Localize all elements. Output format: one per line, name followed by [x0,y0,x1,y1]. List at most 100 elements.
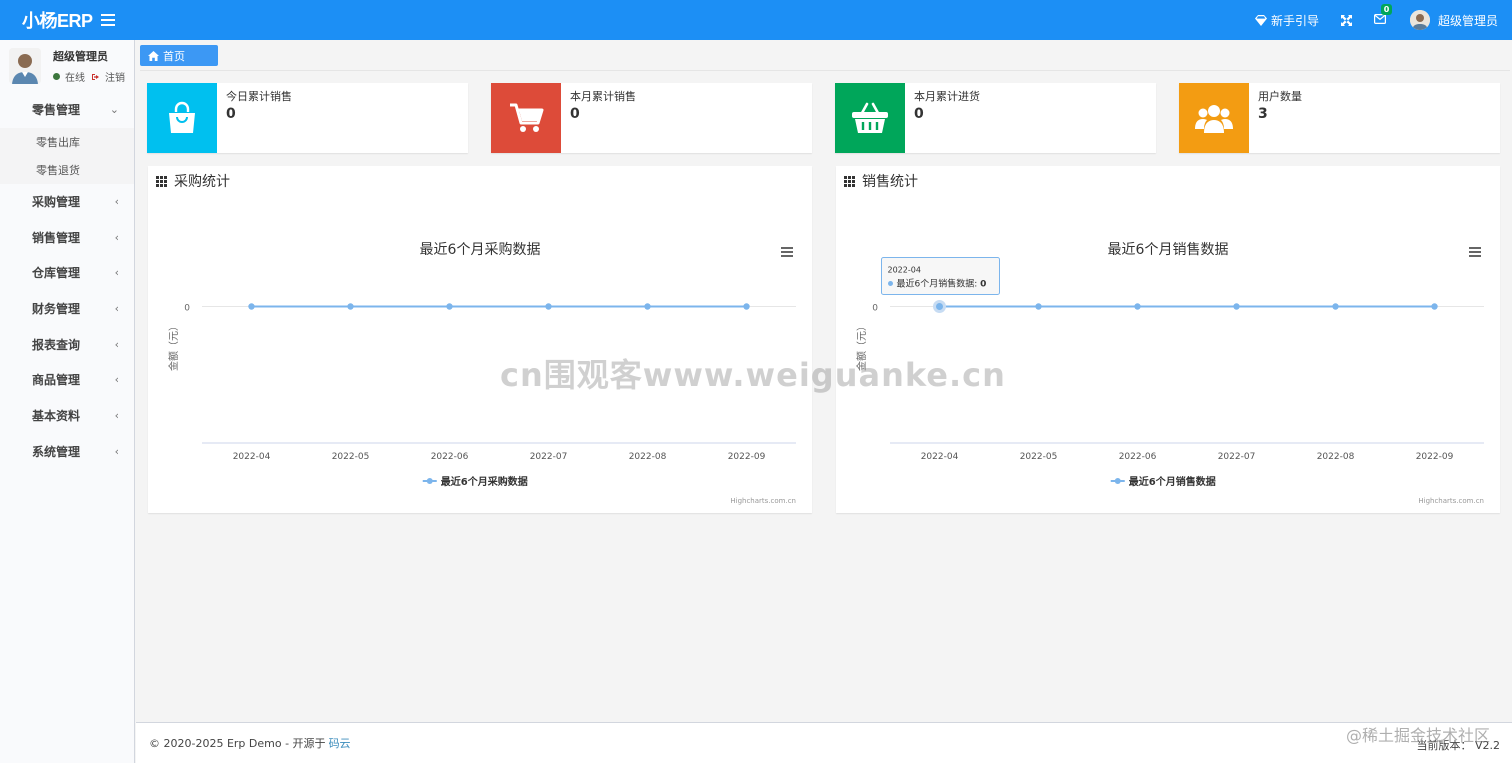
sidebar-item-label: 采购管理 [32,195,81,210]
messages-button[interactable]: 0 [1364,0,1396,40]
menu-bar [1469,255,1481,257]
sidebar-item-finance[interactable]: 财务管理 ‹ [0,291,134,327]
x-tick-label: 2022-09 [1416,452,1454,462]
x-tick-label: 2022-06 [431,452,469,462]
menu-bar [781,251,793,253]
chart-menu-icon[interactable] [781,247,793,257]
data-point [446,303,453,310]
data-point [1134,303,1141,310]
sidebar-avatar [9,48,41,84]
chevron-left-icon: ‹ [114,444,119,458]
x-tick-label: 2022-08 [629,452,667,462]
tab-label: 首页 [163,49,185,63]
gitee-link[interactable]: 码云 [329,735,351,751]
shopping-cart-icon [491,83,561,153]
stat-label: 今日累计销售 [226,90,292,103]
sidebar-item-basic-data[interactable]: 基本资料 ‹ [0,398,134,434]
user-panel: 超级管理员 在线 注销 [0,40,134,92]
legend-marker [1114,478,1121,484]
sidebar-item-label: 报表查询 [32,337,81,352]
copyright-text: © 2020-2025 Erp Demo - 开源于 [149,737,326,750]
sales-stats-panel: 销售统计 最近6个月销售数据 金额（元） 0 2022-04 2022-05 2022-0… [836,166,1500,513]
legend-marker [426,478,433,484]
x-tick-label: 2022-04 [233,452,271,462]
online-status-icon [53,73,60,80]
home-icon [148,50,159,61]
sidebar-item-reports[interactable]: 报表查询 ‹ [0,326,134,362]
chart-title: 最近6个月销售数据 [1108,242,1229,258]
chevron-left-icon: ‹ [114,302,119,316]
menu-bar [1469,247,1481,249]
chart-credits: Highcharts.com.cn [1418,497,1484,505]
sidebar-subitem-retail-out[interactable]: 零售出库 [0,127,134,156]
shopping-bag-icon [147,83,217,153]
legend-label: 最近6个月销售数据 [1129,475,1216,488]
sidebar-item-retail[interactable]: 零售管理 ⌄ [0,92,134,128]
stat-value: 0 [570,106,580,122]
legend-label: 最近6个月采购数据 [441,475,528,488]
data-point [248,303,255,310]
stat-value: 0 [226,106,236,122]
sidebar-item-label: 财务管理 [32,302,81,317]
stat-today-sales: 今日累计销售 0 [147,83,468,153]
stat-label: 本月累计进货 [914,90,980,103]
tab-home[interactable]: 首页 [140,45,218,66]
data-point [644,303,651,310]
th-grid-icon [156,175,167,187]
x-tick-label: 2022-07 [1218,452,1256,462]
main-content: 首页 今日累计销售 0 本月累计销售 0 本月累计进货 0 用户数量 3 采购统… [136,40,1512,722]
guide-label: 新手引导 [1270,13,1319,28]
y-tick-label: 0 [184,304,190,314]
sidebar-item-products[interactable]: 商品管理 ‹ [0,362,134,398]
chevron-left-icon: ‹ [114,230,119,244]
user-name: 超级管理员 [1437,13,1498,28]
guide-button[interactable]: 新手引导 [1245,0,1329,40]
sidebar-item-label: 零售管理 [32,103,81,118]
tooltip-series: 最近6个月销售数据: 0 [897,278,987,290]
sidebar-item-warehouse[interactable]: 仓库管理 ‹ [0,255,134,291]
chart-menu-icon[interactable] [1469,247,1481,257]
stat-label: 本月累计销售 [570,90,636,103]
app-logo[interactable]: 小杨ERP [0,7,93,33]
panel-title: 采购统计 [174,174,230,190]
navbar-right: 新手引导 0 超级管理员 [1245,0,1512,40]
purchase-chart: 最近6个月采购数据 金额（元） 0 2022-04 2022-05 2022-06 2022… [167,242,796,505]
sidebar-item-label: 仓库管理 [32,266,81,281]
x-tick-label: 2022-05 [332,452,370,462]
sidebar-item-system[interactable]: 系统管理 ‹ [0,434,134,470]
legend-item: 最近6个月采购数据 [422,475,528,488]
expand-arrows-icon [1340,14,1352,26]
version-text: 当前版本： V2.2 [1416,739,1500,752]
sidebar-item-purchase[interactable]: 采购管理 ‹ [0,184,134,220]
footer: © 2020-2025 Erp Demo - 开源于 码云 当前版本： V2.2 [136,722,1512,763]
messages-badge: 0 [1380,4,1392,15]
y-axis-label: 金额（元） [167,321,180,371]
data-point [347,303,354,310]
diamond-icon [1254,14,1267,26]
purchase-stats-panel: 采购统计 最近6个月采购数据 金额（元） 0 2022-04 2022-05 2022-0… [148,166,812,513]
chevron-left-icon: ‹ [114,373,119,387]
data-point [1035,303,1042,310]
fullscreen-button[interactable] [1329,0,1364,40]
menu-bar [781,247,793,249]
chart-credits: Highcharts.com.cn [730,497,796,505]
data-point [1431,303,1438,310]
sidebar-item-label: 商品管理 [32,373,81,388]
chevron-left-icon: ‹ [114,337,119,351]
legend-item: 最近6个月销售数据 [1110,475,1216,488]
tooltip-category: 2022-04 [888,266,921,275]
user-menu[interactable]: 超级管理员 [1396,0,1512,40]
sidebar-item-sales[interactable]: 销售管理 ‹ [0,219,134,255]
sidebar-item-label: 基本资料 [32,409,81,424]
user-avatar [1409,10,1430,30]
logout-link[interactable]: 注销 [105,69,125,84]
stat-value: 0 [914,106,924,122]
stat-value: 3 [1258,106,1268,122]
data-point [933,300,946,313]
sidebar-subitem-retail-return[interactable]: 零售退货 [0,155,134,184]
chevron-left-icon: ‹ [114,266,119,280]
stat-month-purchase: 本月累计进货 0 [835,83,1156,153]
x-tick-label: 2022-08 [1317,452,1355,462]
online-status: 在线 [65,73,85,84]
sidebar-toggle-icon[interactable] [101,14,115,26]
